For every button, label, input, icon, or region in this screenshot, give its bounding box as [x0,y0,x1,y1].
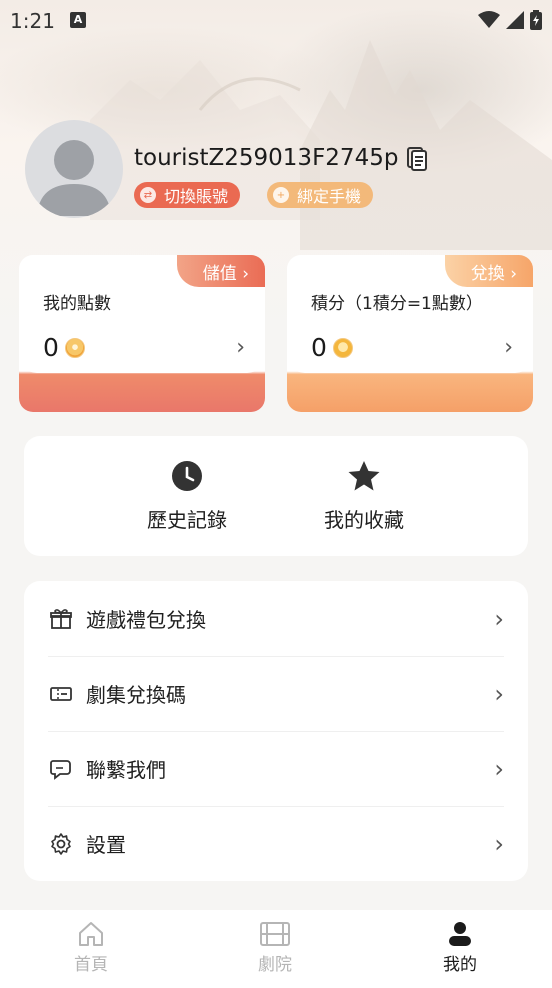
tab-theater[interactable]: 劇院 [215,920,335,975]
top-up-button[interactable]: 儲值 › [176,255,265,287]
menu-item-settings[interactable]: 設置 › [48,806,504,881]
wifi-icon [478,11,500,28]
tab-home-label: 首頁 [74,955,108,975]
points-card[interactable]: 儲值 › 我的點數 0 › [19,255,265,412]
menu-item-contact-us[interactable]: 聯繫我們 › [48,731,504,806]
switch-account-button[interactable]: ⇄ 切換賬號 [134,182,241,208]
menu-label: 劇集兌換碼 [86,683,186,707]
points-value: 0 [43,333,85,362]
points-title: 我的點數 [43,294,111,314]
history-button[interactable]: 歷史記錄 [117,460,257,533]
tab-theater-label: 劇院 [258,955,292,975]
home-icon [79,922,103,946]
credits-title: 積分（1積分=1點數） [311,294,483,314]
app-notification-icon: A [70,12,86,28]
settings-menu: 遊戲禮包兌換 › 劇集兌換碼 › 聯繫我們 › 設置 › [24,581,528,881]
chevron-right-icon: › [494,679,504,708]
avatar[interactable] [25,120,123,218]
gear-icon [48,831,74,857]
star-coin-icon [332,337,353,358]
status-time: 1:21 [10,9,55,33]
user-icon [449,922,471,946]
film-icon [260,922,290,946]
bind-phone-label: 綁定手機 [297,187,362,206]
chevron-right-icon: › [494,604,504,633]
switch-icon: ⇄ [140,187,156,203]
credits-value: 0 [311,333,353,362]
ticket-icon [48,681,74,707]
menu-label: 遊戲禮包兌換 [86,608,206,632]
tab-home[interactable]: 首頁 [31,920,151,975]
chevron-right-icon: › [494,829,504,858]
battery-icon [530,10,542,30]
copy-icon[interactable] [404,145,430,171]
favorites-label: 我的收藏 [324,508,404,532]
menu-label: 設置 [86,833,126,857]
tab-mine[interactable]: 我的 [400,920,520,975]
chat-bubble-icon [48,756,74,782]
exchange-button[interactable]: 兌換 › [444,255,533,287]
menu-item-game-gift[interactable]: 遊戲禮包兌換 › [48,581,504,656]
menu-item-redeem-code[interactable]: 劇集兌換碼 › [48,656,504,731]
username: touristZ259013F2745p [134,145,399,171]
menu-label: 聯繫我們 [86,758,166,782]
history-label: 歷史記錄 [147,508,227,532]
bind-phone-button[interactable]: + 綁定手機 [267,182,374,208]
points-amount: 0 [43,333,59,362]
bottom-tab-bar: 首頁 劇院 我的 [0,910,552,988]
plus-icon: + [273,187,289,203]
chevron-right-icon: › [504,335,513,360]
favorites-button[interactable]: 我的收藏 [294,460,434,533]
tab-mine-label: 我的 [443,955,477,975]
star-icon [348,461,380,491]
credits-card[interactable]: 兌換 › 積分（1積分=1點數） 0 › [287,255,533,412]
chevron-right-icon: › [494,754,504,783]
quick-actions: 歷史記錄 我的收藏 [24,436,528,556]
credits-amount: 0 [311,333,327,362]
signal-icon [506,11,524,29]
status-icons [478,10,542,30]
gift-icon [48,606,74,632]
status-bar: 1:21 A [0,0,552,44]
chevron-right-icon: › [236,335,245,360]
clock-icon [172,461,202,491]
coin-icon [64,337,85,358]
default-user-icon [37,140,111,216]
switch-account-label: 切換賬號 [164,187,229,206]
